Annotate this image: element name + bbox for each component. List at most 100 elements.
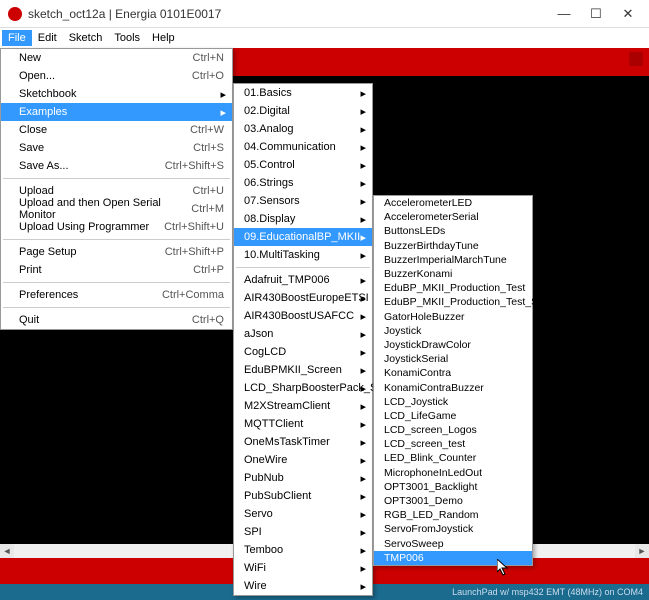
example-item-joystickserial[interactable]: JoystickSerial [374,352,532,366]
menu-item-upload-using-programmer[interactable]: Upload Using ProgrammerCtrl+Shift+U [1,218,232,236]
example-item-tmp006[interactable]: TMP006 [374,551,532,565]
submenu-item-mqttclient[interactable]: MQTTClient▸ [234,415,372,433]
menu-item-open-[interactable]: Open...Ctrl+O [1,67,232,85]
example-item-edubp-mkii-production-test-serial[interactable]: EduBP_MKII_Production_Test_Serial [374,295,532,309]
menu-item-save-as-[interactable]: Save As...Ctrl+Shift+S [1,157,232,175]
menubar-item-sketch[interactable]: Sketch [63,30,109,46]
menu-item-label: New [19,52,193,64]
submenu-item-adafruit-tmp006[interactable]: Adafruit_TMP006▸ [234,271,372,289]
close-button[interactable]: ✕ [621,7,635,21]
submenu-item-servo[interactable]: Servo▸ [234,505,372,523]
example-item-joystick[interactable]: Joystick [374,324,532,338]
scroll-left-icon[interactable]: ◄ [0,544,14,558]
submenu-item-01-basics[interactable]: 01.Basics▸ [234,84,372,102]
example-item-servosweep[interactable]: ServoSweep [374,537,532,551]
menu-item-page-setup[interactable]: Page SetupCtrl+Shift+P [1,243,232,261]
example-item-lcd-joystick[interactable]: LCD_Joystick [374,395,532,409]
menubar-item-edit[interactable]: Edit [32,30,63,46]
submenu-item-onewire[interactable]: OneWire▸ [234,451,372,469]
example-item-joystickdrawcolor[interactable]: JoystickDrawColor [374,338,532,352]
example-item-led-blink-counter[interactable]: LED_Blink_Counter [374,451,532,465]
menu-item-quit[interactable]: QuitCtrl+Q [1,311,232,329]
example-item-buzzerkonami[interactable]: BuzzerKonami [374,267,532,281]
submenu-item-08-display[interactable]: 08.Display▸ [234,210,372,228]
example-item-buzzerimperialmarchtune[interactable]: BuzzerImperialMarchTune [374,253,532,267]
submenu-item-coglcd[interactable]: CogLCD▸ [234,343,372,361]
menu-item-close[interactable]: CloseCtrl+W [1,121,232,139]
menu-separator [3,178,230,179]
example-item-lcd-screen-test[interactable]: LCD_screen_test [374,437,532,451]
example-item-accelerometerled[interactable]: AccelerometerLED [374,196,532,210]
minimize-button[interactable]: — [557,7,571,21]
submenu-item-10-multitasking[interactable]: 10.MultiTasking▸ [234,246,372,264]
menu-item-label: M2XStreamClient [244,400,364,412]
menubar-item-tools[interactable]: Tools [108,30,146,46]
menubar-item-file[interactable]: File [2,30,32,46]
example-item-opt3001-backlight[interactable]: OPT3001_Backlight [374,480,532,494]
menu-item-new[interactable]: NewCtrl+N [1,49,232,67]
example-item-buttonsleds[interactable]: ButtonsLEDs [374,224,532,238]
menu-item-label: MQTTClient [244,418,364,430]
maximize-button[interactable]: ☐ [589,7,603,21]
menu-item-label: KonamiContraBuzzer [384,382,524,394]
example-item-lcd-lifegame[interactable]: LCD_LifeGame [374,409,532,423]
submenu-item-edubpmkii-screen[interactable]: EduBPMKII_Screen▸ [234,361,372,379]
example-item-lcd-screen-logos[interactable]: LCD_screen_Logos [374,423,532,437]
example-item-konamicontrabuzzer[interactable]: KonamiContraBuzzer [374,380,532,394]
menu-item-label: ServoFromJoystick [384,523,524,535]
menu-item-label: Open... [19,70,192,82]
example-item-gatorholebuzzer[interactable]: GatorHoleBuzzer [374,310,532,324]
example-item-microphoneinledout[interactable]: MicrophoneInLedOut [374,466,532,480]
submenu-item-03-analog[interactable]: 03.Analog▸ [234,120,372,138]
menu-item-shortcut: Ctrl+Comma [162,289,224,301]
submenu-item-m2xstreamclient[interactable]: M2XStreamClient▸ [234,397,372,415]
submenu-arrow-icon: ▸ [360,87,366,100]
example-item-edubp-mkii-production-test[interactable]: EduBP_MKII_Production_Test [374,281,532,295]
submenu-item-07-sensors[interactable]: 07.Sensors▸ [234,192,372,210]
example-item-accelerometerserial[interactable]: AccelerometerSerial [374,210,532,224]
menu-bar: FileEditSketchToolsHelp [0,28,649,48]
submenu-item-pubsubclient[interactable]: PubSubClient▸ [234,487,372,505]
submenu-item-wifi[interactable]: WiFi▸ [234,559,372,577]
submenu-item-06-strings[interactable]: 06.Strings▸ [234,174,372,192]
example-item-opt3001-demo[interactable]: OPT3001_Demo [374,494,532,508]
menu-item-label: aJson [244,328,364,340]
submenu-arrow-icon: ▸ [360,562,366,575]
submenu-item-wire[interactable]: Wire▸ [234,577,372,595]
scroll-right-icon[interactable]: ► [635,544,649,558]
submenu-item-04-communication[interactable]: 04.Communication▸ [234,138,372,156]
menubar-item-help[interactable]: Help [146,30,181,46]
menu-item-upload-and-then-open-serial-monitor[interactable]: Upload and then Open Serial MonitorCtrl+… [1,200,232,218]
example-item-servofromjoystick[interactable]: ServoFromJoystick [374,522,532,536]
submenu-item-ajson[interactable]: aJson▸ [234,325,372,343]
menu-item-save[interactable]: SaveCtrl+S [1,139,232,157]
submenu-arrow-icon: ▸ [360,195,366,208]
example-item-rgb-led-random[interactable]: RGB_LED_Random [374,508,532,522]
menu-item-preferences[interactable]: PreferencesCtrl+Comma [1,286,232,304]
submenu-item-air430boostusafcc[interactable]: AIR430BoostUSAFCC▸ [234,307,372,325]
submenu-arrow-icon: ▸ [360,213,366,226]
menu-item-sketchbook[interactable]: Sketchbook▸ [1,85,232,103]
submenu-item-onemstasktimer[interactable]: OneMsTaskTimer▸ [234,433,372,451]
menu-item-label: EduBPMKII_Screen [244,364,364,376]
menu-item-label: AIR430BoostUSAFCC [244,310,364,322]
submenu-item-05-control[interactable]: 05.Control▸ [234,156,372,174]
example-item-buzzerbirthdaytune[interactable]: BuzzerBirthdayTune [374,239,532,253]
submenu-item-spi[interactable]: SPI▸ [234,523,372,541]
menu-item-examples[interactable]: Examples▸ [1,103,232,121]
submenu-item-air430boosteuropeetsi[interactable]: AIR430BoostEuropeETSI▸ [234,289,372,307]
menu-item-shortcut: Ctrl+W [190,124,224,136]
submenu-arrow-icon: ▸ [360,159,366,172]
menu-item-label: 03.Analog [244,123,364,135]
submenu-item-09-educationalbp-mkii[interactable]: 09.EducationalBP_MKII▸ [234,228,372,246]
submenu-item-02-digital[interactable]: 02.Digital▸ [234,102,372,120]
menu-item-print[interactable]: PrintCtrl+P [1,261,232,279]
menu-item-label: Servo [244,508,364,520]
serial-monitor-icon[interactable] [629,52,643,66]
submenu-item-temboo[interactable]: Temboo▸ [234,541,372,559]
submenu-item-lcd-sharpboosterpack-spi[interactable]: LCD_SharpBoosterPack_SPI▸ [234,379,372,397]
submenu-item-pubnub[interactable]: PubNub▸ [234,469,372,487]
menu-item-label: JoystickDrawColor [384,339,524,351]
example-item-konamicontra[interactable]: KonamiContra [374,366,532,380]
submenu-arrow-icon: ▸ [360,231,366,244]
